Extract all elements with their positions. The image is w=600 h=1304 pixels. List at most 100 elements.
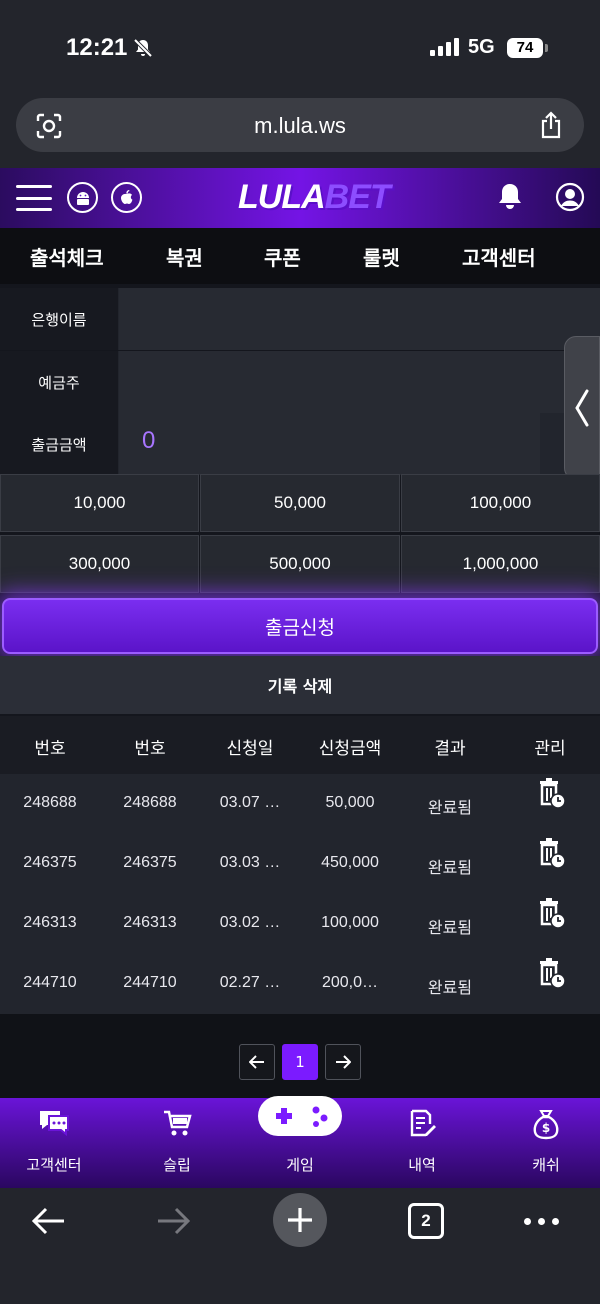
nav-coupon[interactable]: 쿠폰 [264,242,301,271]
money-bag-icon: $ [533,1110,559,1140]
th-result: 결과 [434,739,466,759]
bottom-nav-support[interactable]: 고객센터 [0,1108,114,1184]
withdraw-submit-button[interactable]: 출금신청 [2,598,598,654]
nav-roulette[interactable]: 룰렛 [363,242,400,271]
more-options-icon[interactable] [524,1218,559,1225]
th-number: 번호 [34,739,66,759]
user-icon[interactable] [555,182,585,212]
amount-button-300000[interactable]: 300,000 [0,535,199,593]
th-number-2: 번호 [134,739,166,759]
amount-button-50000[interactable]: 50,000 [200,474,400,532]
cell-id: 246313 [123,914,177,931]
bottom-nav-game[interactable]: 게임 [240,1108,360,1184]
bank-name-label: 은행이름 [0,288,118,350]
cell-no: 244710 [23,974,77,991]
cell-id: 244710 [123,974,177,991]
th-manage: 관리 [534,739,566,759]
amount-button-10000[interactable]: 10,000 [0,474,199,532]
cell-amount: 450,000 [321,854,379,871]
back-arrow-icon[interactable] [30,1206,66,1236]
cell-result: 완료됨 [427,920,473,937]
svg-text:$: $ [542,1121,550,1135]
bottom-nav-slip-label: 슬립 [163,1156,191,1174]
th-date: 신청일 [226,739,274,759]
bottom-nav-slip[interactable]: 슬립 [117,1108,237,1184]
bank-name-field[interactable] [119,288,600,350]
url-text[interactable]: m.lula.ws [16,113,584,139]
document-edit-icon [410,1109,436,1137]
cell-date: 03.03 … [219,854,281,871]
withdraw-amount-row: 출금금액 0 [0,413,600,475]
nav-lottery[interactable]: 복권 [166,242,203,271]
bottom-nav-cash[interactable]: $ 캐쉬 [486,1108,600,1184]
cell-date: 03.02 … [219,914,281,931]
bell-icon[interactable] [496,182,524,212]
arrow-right-icon [336,1055,351,1069]
cell-result: 완료됨 [427,860,473,877]
arrow-left-icon [249,1055,264,1069]
status-bar: 12:21 5G 74 [0,0,600,96]
cell-date: 03.07 … [219,794,281,811]
withdraw-amount-label: 출금금액 [0,413,118,475]
address-bar[interactable]: m.lula.ws [16,98,584,152]
withdraw-amount-field[interactable] [119,413,540,475]
plus-icon [288,1208,312,1232]
side-drawer-tab[interactable] [564,336,600,480]
next-page-button[interactable] [325,1044,361,1080]
bottom-nav: 고객센터 슬립 게임 내역 $ 캐쉬 [0,1096,600,1188]
bell-off-icon [133,38,153,58]
logo-text-right: BET [324,178,391,216]
menu-icon[interactable] [16,185,52,211]
trash-clock-icon[interactable] [538,898,566,930]
bottom-nav-support-label: 고객센터 [26,1156,82,1174]
apple-icon[interactable] [111,182,142,213]
cell-date: 02.27 … [219,974,281,991]
account-holder-label: 예금주 [0,351,118,413]
trash-clock-icon[interactable] [538,838,566,870]
trash-clock-icon[interactable] [538,778,566,810]
share-icon[interactable] [538,110,564,140]
status-time: 12:21 [66,34,128,61]
nav-attendance[interactable]: 출석체크 [30,242,104,271]
new-tab-button[interactable] [273,1193,327,1247]
trash-clock-icon[interactable] [538,958,566,990]
account-holder-row: 예금주 [0,351,600,413]
forward-arrow-icon[interactable] [156,1206,192,1236]
bottom-nav-history[interactable]: 내역 [362,1108,482,1184]
android-icon[interactable] [67,182,98,213]
browser-toolbar: 2 [0,1188,600,1304]
amount-button-100000[interactable]: 100,000 [401,474,600,532]
bottom-nav-game-label: 게임 [286,1156,314,1174]
account-holder-field[interactable] [119,351,600,413]
prev-page-button[interactable] [239,1044,275,1080]
cell-result: 완료됨 [427,980,473,997]
logo-text-left: LULA [238,178,326,216]
cell-id: 246375 [123,854,177,871]
history-table-body: 248688 248688 03.07 … 50,000 완료됨 246375 … [0,774,600,1014]
cart-icon [164,1110,192,1136]
chat-bubbles-icon [40,1111,69,1137]
nav-customer-center[interactable]: 고객센터 [462,242,536,271]
withdraw-amount-value: 0 [142,427,156,454]
battery-icon: 74 [507,38,548,58]
category-nav: 출석체크 복권 쿠폰 룰렛 고객센터 [0,228,600,284]
amount-button-1000000[interactable]: 1,000,000 [401,535,600,593]
cell-id: 248688 [123,794,177,811]
cell-amount: 200,0… [321,974,379,991]
pagination: 1 [0,1014,600,1098]
cell-no: 246375 [23,854,77,871]
history-table-header: 번호 번호 신청일 신청금액 결과 관리 [0,716,600,774]
network-type: 5G [468,36,495,58]
delete-history-button[interactable]: 기록 삭제 [0,656,600,714]
page-button-current[interactable]: 1 [282,1044,318,1080]
tab-count-button[interactable]: 2 [408,1203,444,1239]
th-amount: 신청금액 [318,739,382,759]
bottom-nav-cash-label: 캐쉬 [532,1156,560,1174]
cell-amount: 50,000 [325,794,375,811]
bottom-nav-history-label: 내역 [408,1156,436,1174]
site-logo[interactable]: LULABET [238,178,391,217]
browser-address-area: m.lula.ws [0,96,600,168]
cell-result: 완료됨 [427,800,473,817]
cell-no: 248688 [23,794,77,811]
amount-button-500000[interactable]: 500,000 [200,535,400,593]
